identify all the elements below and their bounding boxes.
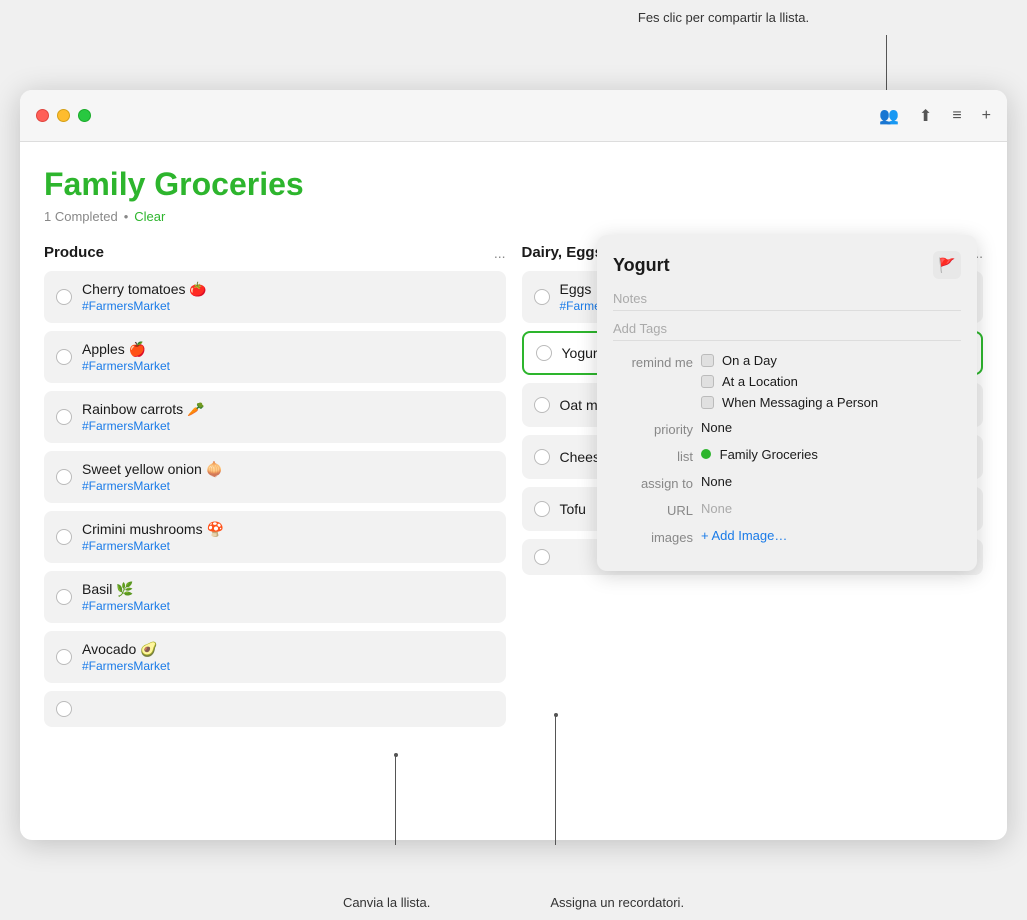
list-item[interactable]: Sweet yellow onion 🧅 #FarmersMarket: [44, 451, 506, 503]
list-row: list Family Groceries: [613, 447, 961, 464]
collab-icon[interactable]: 👥: [879, 106, 899, 126]
annotation-dot-right: [554, 713, 558, 717]
remind-checkbox-messaging[interactable]: [701, 396, 714, 409]
list-item[interactable]: Basil 🌿 #FarmersMarket: [44, 571, 506, 623]
traffic-lights: [36, 109, 91, 122]
assign-row: assign to None: [613, 474, 961, 491]
assign-label: assign to: [613, 474, 693, 491]
item-checkbox[interactable]: [56, 409, 72, 425]
item-checkbox[interactable]: [534, 449, 550, 465]
detail-title: Yogurt: [613, 255, 670, 276]
list-item[interactable]: Crimini mushrooms 🍄 #FarmersMarket: [44, 511, 506, 563]
remind-option-location[interactable]: At a Location: [701, 374, 878, 389]
detail-panel: Yogurt 🚩 Notes Add Tags remind me On a D…: [597, 235, 977, 571]
item-checkbox: [534, 549, 550, 565]
produce-title: Produce: [44, 244, 104, 261]
share-icon[interactable]: ⬆: [919, 106, 932, 126]
remind-option-day[interactable]: On a Day: [701, 353, 878, 368]
notes-field[interactable]: Notes: [613, 287, 961, 311]
assign-value[interactable]: None: [701, 474, 732, 489]
add-item-icon[interactable]: +: [982, 107, 991, 125]
item-text: Apples 🍎 #FarmersMarket: [82, 341, 494, 373]
item-checkbox: [56, 701, 72, 717]
remind-label: remind me: [613, 353, 693, 370]
completed-count: 1 Completed: [44, 209, 118, 224]
item-checkbox[interactable]: [56, 469, 72, 485]
images-row: images + Add Image…: [613, 528, 961, 545]
annotation-line-right: [555, 715, 556, 845]
remind-checkbox-day[interactable]: [701, 354, 714, 367]
remind-label-day: On a Day: [722, 353, 777, 368]
detail-header: Yogurt 🚩: [613, 251, 961, 279]
list-item[interactable]: Cherry tomatoes 🍅 #FarmersMarket: [44, 271, 506, 323]
list-item[interactable]: Avocado 🥑 #FarmersMarket: [44, 631, 506, 683]
new-item-placeholder[interactable]: [44, 691, 506, 727]
priority-row: priority None: [613, 420, 961, 437]
item-checkbox[interactable]: [536, 345, 552, 361]
app-window: 👥 ⬆ ≡ + Family Groceries 1 Completed • C…: [20, 90, 1007, 840]
flag-button[interactable]: 🚩: [933, 251, 961, 279]
item-checkbox[interactable]: [534, 289, 550, 305]
item-checkbox[interactable]: [56, 589, 72, 605]
item-text: Sweet yellow onion 🧅 #FarmersMarket: [82, 461, 494, 493]
item-checkbox[interactable]: [534, 397, 550, 413]
remind-option-messaging[interactable]: When Messaging a Person: [701, 395, 878, 410]
close-button[interactable]: [36, 109, 49, 122]
produce-header: Produce ...: [44, 244, 506, 261]
produce-column: Produce ... Cherry tomatoes 🍅 #FarmersMa…: [44, 244, 506, 735]
annotation-dot-left: [394, 753, 398, 757]
item-text: Basil 🌿 #FarmersMarket: [82, 581, 494, 613]
priority-label: priority: [613, 420, 693, 437]
bottom-left-label: Canvia la llista.: [343, 895, 430, 910]
item-checkbox[interactable]: [56, 529, 72, 545]
bottom-right-label: Assigna un recordatori.: [550, 895, 684, 910]
images-label: images: [613, 528, 693, 545]
list-view-icon[interactable]: ≡: [952, 107, 961, 125]
remind-options: On a Day At a Location When Messaging a …: [701, 353, 878, 410]
item-checkbox[interactable]: [56, 649, 72, 665]
list-item[interactable]: Apples 🍎 #FarmersMarket: [44, 331, 506, 383]
list-label: list: [613, 447, 693, 464]
url-label: URL: [613, 501, 693, 518]
app-title: Family Groceries: [44, 166, 983, 203]
url-value[interactable]: None: [701, 501, 732, 516]
remind-label-messaging: When Messaging a Person: [722, 395, 878, 410]
separator: •: [124, 209, 129, 224]
item-text: Cherry tomatoes 🍅 #FarmersMarket: [82, 281, 494, 313]
remind-label-location: At a Location: [722, 374, 798, 389]
item-checkbox[interactable]: [56, 289, 72, 305]
item-checkbox[interactable]: [534, 501, 550, 517]
url-row: URL None: [613, 501, 961, 518]
list-value[interactable]: Family Groceries: [701, 447, 818, 462]
bottom-annotations: Canvia la llista. Assigna un recordatori…: [0, 895, 1027, 910]
top-annotation: Fes clic per compartir la llista.: [480, 10, 967, 25]
titlebar-icons: 👥 ⬆ ≡ +: [879, 106, 991, 126]
item-text: Crimini mushrooms 🍄 #FarmersMarket: [82, 521, 494, 553]
tags-field[interactable]: Add Tags: [613, 317, 961, 341]
remind-checkbox-location[interactable]: [701, 375, 714, 388]
fullscreen-button[interactable]: [78, 109, 91, 122]
priority-value[interactable]: None: [701, 420, 732, 435]
item-checkbox[interactable]: [56, 349, 72, 365]
list-item[interactable]: Rainbow carrots 🥕 #FarmersMarket: [44, 391, 506, 443]
annotation-line-left: [395, 755, 396, 845]
add-image-button[interactable]: + Add Image…: [701, 528, 787, 543]
titlebar: 👥 ⬆ ≡ +: [20, 90, 1007, 142]
clear-button[interactable]: Clear: [134, 209, 165, 224]
minimize-button[interactable]: [57, 109, 70, 122]
completed-bar: 1 Completed • Clear: [44, 209, 983, 224]
remind-row: remind me On a Day At a Location When Me…: [613, 353, 961, 410]
produce-menu[interactable]: ...: [494, 245, 506, 261]
list-color-dot: [701, 449, 711, 459]
item-text: Avocado 🥑 #FarmersMarket: [82, 641, 494, 673]
item-text: Rainbow carrots 🥕 #FarmersMarket: [82, 401, 494, 433]
